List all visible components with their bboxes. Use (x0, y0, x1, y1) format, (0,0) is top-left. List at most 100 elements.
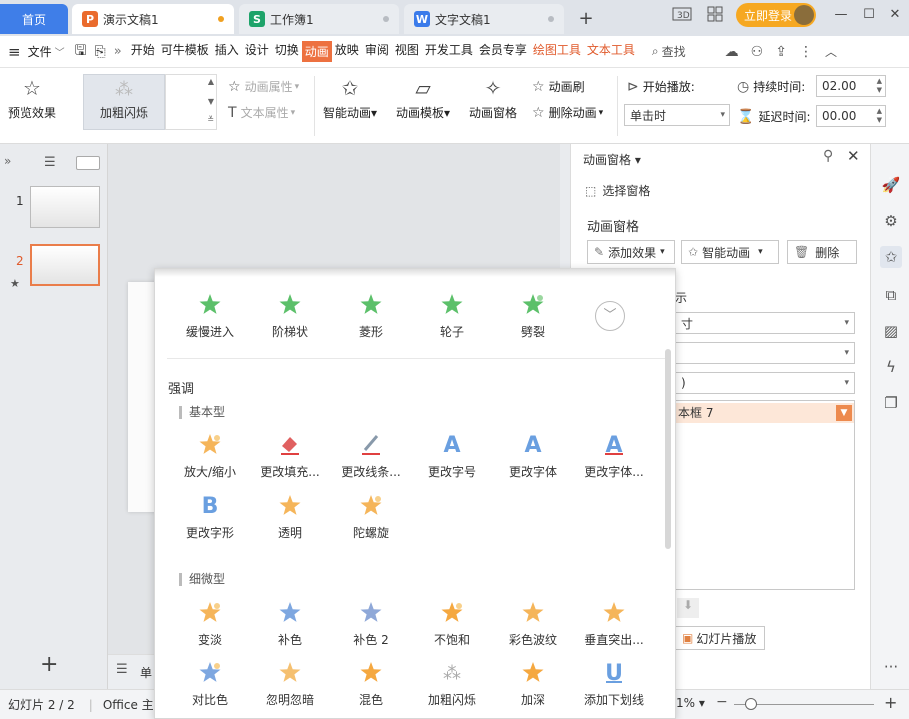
slide-view-icon[interactable] (76, 156, 100, 170)
apps-grid-icon[interactable] (704, 3, 726, 25)
slide-thumbnail[interactable] (30, 186, 100, 228)
property-select[interactable]: ▾ (675, 342, 855, 364)
zoom-level[interactable]: 1% ▾ (676, 696, 705, 710)
effect-option[interactable]: 补色 (250, 597, 330, 653)
image-tool-icon[interactable]: ▨ (880, 320, 902, 342)
search-icon[interactable]: ⌕ (652, 44, 659, 59)
maximize-icon[interactable]: ☐ (858, 3, 880, 25)
export-icon[interactable]: ⎘ (95, 44, 106, 60)
effect-option[interactable]: 阶梯状 (250, 289, 330, 345)
book-icon[interactable]: ❐ (880, 392, 902, 414)
new-tab-button[interactable]: + (575, 7, 597, 29)
pane-title[interactable]: 动画窗格 ▾ (583, 151, 641, 168)
more-options-icon[interactable]: ··· (880, 656, 902, 678)
effect-option[interactable]: ⁂ 加粗闪烁 (412, 657, 492, 713)
effect-option[interactable]: 对比色 (170, 657, 250, 713)
stepper-icon[interactable]: ▲ ▼ (877, 107, 882, 125)
current-effect-tile[interactable]: ⁂ 加粗闪烁 (83, 74, 165, 130)
animation-template-button[interactable]: ▱ 动画模板▾ (396, 76, 450, 121)
minimize-icon[interactable]: — (830, 3, 852, 25)
dropdown-scrollbar[interactable] (665, 349, 671, 549)
animation-pane-button[interactable]: ✧ 动画窗格 (469, 76, 517, 121)
animation-star-icon[interactable]: ✩ (880, 246, 902, 268)
stepper-icon[interactable]: ▲ ▼ (877, 77, 882, 95)
layout-3d-icon[interactable]: 3D (671, 3, 693, 25)
close-window-icon[interactable]: ✕ (884, 3, 906, 25)
smart-animation-pane-button[interactable]: ✩ 智能动画 ▾ (681, 240, 779, 264)
gallery-up-icon[interactable]: ▲ (208, 77, 214, 86)
text-properties-button[interactable]: T 文本属性 ▾ (228, 104, 295, 121)
outline-view-icon[interactable]: ☰ (44, 155, 56, 170)
effect-option[interactable]: U 添加下划线 (574, 657, 654, 713)
menu-item[interactable]: 设计 (242, 41, 272, 62)
add-effect-button[interactable]: ✎ 添加效果 ▾ (587, 240, 675, 264)
animation-list-item[interactable]: 本框 7 ▼ (676, 403, 854, 423)
adjust-icon[interactable]: ⚙ (880, 210, 902, 232)
effect-option[interactable]: 菱形 (331, 289, 411, 345)
tab-home[interactable]: 首页 (0, 4, 68, 34)
pin-icon[interactable]: ⚲ (823, 148, 833, 164)
effect-option[interactable]: 不饱和 (412, 597, 492, 653)
menu-item[interactable]: 可牛模板 (158, 41, 212, 62)
tab-document[interactable]: W 文字文稿1 (404, 4, 564, 34)
effect-option[interactable]: A 更改字号 (412, 429, 492, 485)
effect-option[interactable]: 忽明忽暗 (250, 657, 330, 713)
effect-option[interactable]: 放大/缩小 (170, 429, 250, 485)
menu-item[interactable]: 视图 (392, 41, 422, 62)
menu-item[interactable]: 文本工具 (584, 41, 638, 62)
menu-item[interactable]: 会员专享 (476, 41, 530, 62)
tab-workbook[interactable]: S 工作簿1 (239, 4, 399, 34)
effect-option[interactable]: 劈裂 (493, 289, 573, 345)
duration-input[interactable]: 02.00 ▲ ▼ (816, 75, 886, 97)
zoom-in-icon[interactable]: + (884, 693, 897, 712)
more-chevron-icon[interactable]: » (114, 44, 122, 59)
menu-item[interactable]: 动画 (301, 41, 332, 62)
delete-animation-button[interactable]: ☆ 删除动画 ▾ (532, 104, 603, 121)
effect-option[interactable]: 加深 (493, 657, 573, 713)
delay-input[interactable]: 00.00 ▲ ▼ (816, 105, 886, 127)
effect-option[interactable]: 更改线条... (331, 429, 411, 485)
delete-effect-button[interactable]: 🗑 删除 (787, 240, 857, 264)
lightning-icon[interactable]: ϟ (880, 356, 902, 378)
effect-option[interactable]: 缓慢进入 (170, 289, 250, 345)
effect-option[interactable]: 垂直突出... (574, 597, 654, 653)
search-link[interactable]: 查找 (659, 43, 689, 60)
chevron-down-icon[interactable]: ▼ (836, 405, 852, 421)
effect-option[interactable]: A 更改字体... (574, 429, 654, 485)
effect-option[interactable]: 彩色波纹 (493, 597, 573, 653)
add-slide-button[interactable]: + (40, 652, 58, 677)
hamburger-menu-icon[interactable]: ≡ (8, 43, 21, 61)
menu-item[interactable]: 开始 (128, 41, 158, 62)
animation-brush-button[interactable]: ☆ 动画刷 (532, 78, 585, 95)
more-icon[interactable]: ⋮ (799, 44, 813, 60)
chevron-down-icon[interactable]: ﹀ (55, 44, 65, 59)
effect-option[interactable]: 轮子 (412, 289, 492, 345)
menu-item[interactable]: 开发工具 (422, 41, 476, 62)
zoom-slider-handle[interactable] (745, 698, 757, 710)
effect-option[interactable]: A 更改字体 (493, 429, 573, 485)
animation-properties-button[interactable]: ☆ 动画属性 ▾ (228, 78, 299, 95)
start-select[interactable]: 寸 ▾ (675, 312, 855, 334)
effect-option[interactable]: B 更改字形 (170, 490, 250, 546)
slideshow-play-button[interactable]: ▣ 幻灯片播放 (675, 626, 765, 650)
transition-icon[interactable]: ⧉ (880, 284, 902, 306)
slide-thumbnail-selected[interactable] (30, 244, 100, 286)
share-icon[interactable]: ⇪ (775, 44, 787, 60)
move-down-icon[interactable]: ⬇ (677, 598, 699, 618)
share-user-icon[interactable]: ⚇ (751, 44, 764, 60)
expand-more-icon[interactable]: ﹀ (595, 301, 625, 331)
menu-item[interactable]: 插入 (212, 41, 242, 62)
gallery-expand-icon[interactable]: ≚ (207, 115, 214, 124)
menu-item[interactable]: 放映 (332, 41, 362, 62)
effect-option[interactable]: 补色 2 (331, 597, 411, 653)
save-icon[interactable]: 🖫 (75, 40, 87, 64)
collapse-ribbon-icon[interactable]: ︿ (825, 43, 837, 60)
zoom-out-icon[interactable]: − (716, 694, 728, 710)
effect-option[interactable]: 混色 (331, 657, 411, 713)
effect-option[interactable]: 陀螺旋 (331, 490, 411, 546)
menu-item[interactable]: 审阅 (362, 41, 392, 62)
login-button[interactable]: 立即登录 (736, 3, 816, 27)
effect-option[interactable]: 更改填充... (250, 429, 330, 485)
effect-option[interactable]: 透明 (250, 490, 330, 546)
smart-animation-button[interactable]: ✩ 智能动画▾ (323, 76, 377, 121)
